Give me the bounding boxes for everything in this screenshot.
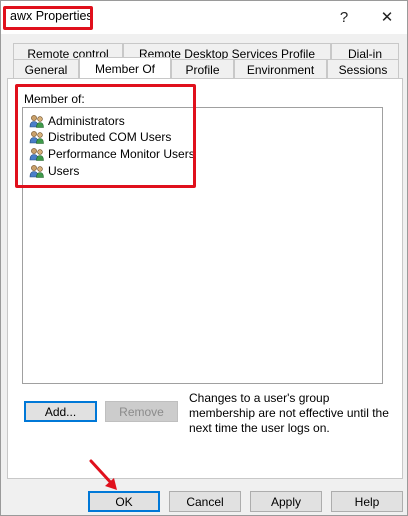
help-icon[interactable]: ? (327, 4, 361, 30)
tab-sessions[interactable]: Sessions (327, 59, 399, 79)
tab-member-of[interactable]: Member Of (79, 57, 171, 79)
tab-environment[interactable]: Environment (234, 59, 327, 79)
apply-button[interactable]: Apply (250, 491, 322, 512)
tab-profile[interactable]: Profile (171, 59, 234, 79)
tab-general[interactable]: General (13, 59, 79, 79)
remove-button[interactable]: Remove (105, 401, 178, 422)
title-highlight-box (3, 6, 93, 30)
help-button[interactable]: Help (331, 491, 403, 512)
close-icon[interactable]: ✕ (370, 4, 404, 30)
annotation-arrow-icon (89, 459, 117, 490)
cancel-button[interactable]: Cancel (169, 491, 241, 512)
add-button[interactable]: Add... (24, 401, 97, 422)
member-of-highlight-box (15, 84, 196, 188)
membership-note: Changes to a user's group membership are… (189, 391, 389, 435)
properties-dialog: awx Properties ? ✕ Remote control Remote… (0, 0, 408, 516)
